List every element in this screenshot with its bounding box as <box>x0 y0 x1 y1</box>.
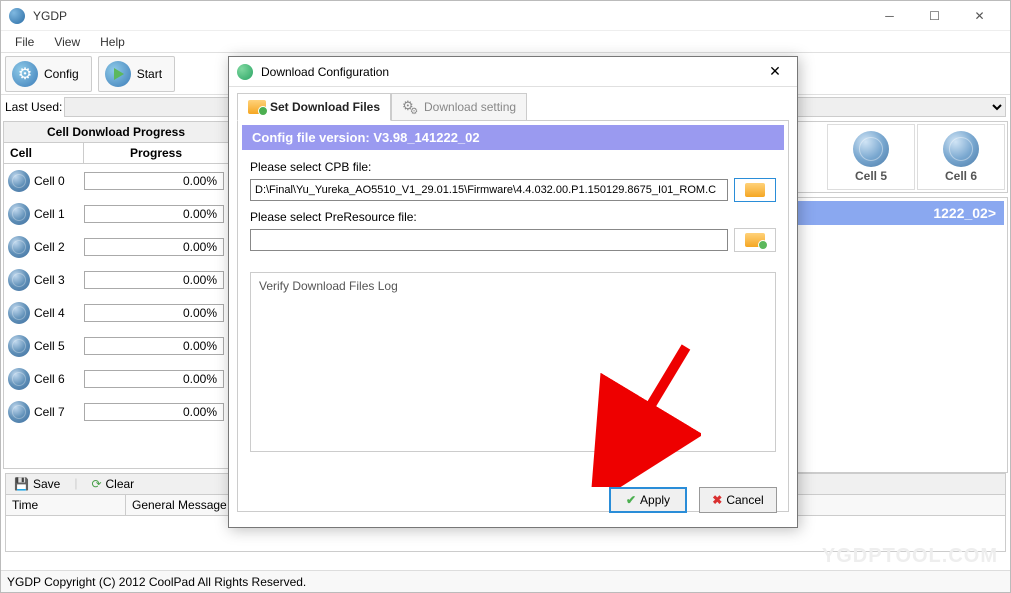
statusbar: YGDP Copyright (C) 2012 CoolPad All Righ… <box>1 570 1010 592</box>
progress-row: Cell 40.00% <box>4 296 228 329</box>
cell-5-button[interactable]: Cell 5 <box>827 124 915 190</box>
config-button[interactable]: Config <box>5 56 92 92</box>
play-icon <box>105 61 131 87</box>
progress-row: Cell 70.00% <box>4 395 228 428</box>
maximize-button[interactable]: ☐ <box>912 2 957 30</box>
clear-log-button[interactable]: ⟳Clear <box>85 476 140 492</box>
progress-row: Cell 60.00% <box>4 362 228 395</box>
config-version-banner: Config file version: V3.98_141222_02 <box>242 125 784 150</box>
col-cell: Cell <box>4 143 84 163</box>
cancel-icon: ✖ <box>712 493 722 507</box>
download-config-dialog: Download Configuration ✕ Set Download Fi… <box>228 56 798 528</box>
config-label: Config <box>44 67 79 81</box>
folder-add-icon <box>248 100 266 114</box>
watermark: YGDPTOOL.COM <box>822 545 998 568</box>
log-col-time: Time <box>6 495 126 515</box>
globe-icon <box>8 236 30 258</box>
start-button[interactable]: Start <box>98 56 175 92</box>
folder-add-icon <box>745 233 765 247</box>
menu-help[interactable]: Help <box>90 33 135 51</box>
progress-panel: Cell Donwload Progress Cell Progress Cel… <box>3 121 229 469</box>
menubar: File View Help <box>1 31 1010 53</box>
dialog-close-button[interactable]: ✕ <box>761 59 789 85</box>
browse-preresource-button[interactable] <box>734 228 776 252</box>
folder-icon <box>745 183 765 197</box>
app-icon <box>9 8 25 24</box>
cell-6-button[interactable]: Cell 6 <box>917 124 1005 190</box>
dialog-title: Download Configuration <box>261 65 761 79</box>
verify-log-box: Verify Download Files Log <box>250 272 776 452</box>
apply-button[interactable]: ✔Apply <box>609 487 687 513</box>
globe-icon <box>8 368 30 390</box>
gears-icon <box>402 98 420 116</box>
menu-view[interactable]: View <box>44 33 90 51</box>
check-icon: ✔ <box>626 493 636 507</box>
close-button[interactable]: ✕ <box>957 2 1002 30</box>
cpb-label: Please select CPB file: <box>250 160 776 174</box>
globe-icon <box>8 269 30 291</box>
globe-icon <box>8 170 30 192</box>
preresource-label: Please select PreResource file: <box>250 210 776 224</box>
main-window: YGDP ─ ☐ ✕ File View Help Config Start L… <box>0 0 1011 593</box>
progress-row: Cell 10.00% <box>4 197 228 230</box>
refresh-icon: ⟳ <box>91 477 101 491</box>
app-title: YGDP <box>33 9 867 23</box>
gear-icon <box>12 61 38 87</box>
progress-header: Cell Donwload Progress <box>4 122 228 143</box>
dialog-icon <box>237 64 253 80</box>
progress-row: Cell 50.00% <box>4 329 228 362</box>
dialog-titlebar: Download Configuration ✕ <box>229 57 797 87</box>
last-used-label: Last Used: <box>5 100 62 114</box>
globe-icon <box>8 203 30 225</box>
tab-set-download-files[interactable]: Set Download Files <box>237 93 391 121</box>
globe-icon <box>8 302 30 324</box>
globe-icon <box>8 401 30 423</box>
save-log-button[interactable]: 💾Save <box>8 476 66 492</box>
menu-file[interactable]: File <box>5 33 44 51</box>
col-progress: Progress <box>84 143 228 163</box>
browse-cpb-button[interactable] <box>734 178 776 202</box>
progress-row: Cell 00.00% <box>4 164 228 197</box>
preresource-path-input[interactable] <box>250 229 728 251</box>
tab-download-setting[interactable]: Download setting <box>391 93 527 121</box>
globe-icon <box>8 335 30 357</box>
cpb-path-input[interactable] <box>250 179 728 201</box>
minimize-button[interactable]: ─ <box>867 2 912 30</box>
save-icon: 💾 <box>14 477 29 491</box>
progress-row: Cell 20.00% <box>4 230 228 263</box>
progress-row: Cell 30.00% <box>4 263 228 296</box>
cancel-button[interactable]: ✖Cancel <box>699 487 777 513</box>
globe-icon <box>943 131 979 167</box>
globe-icon <box>853 131 889 167</box>
titlebar: YGDP ─ ☐ ✕ <box>1 1 1010 31</box>
start-label: Start <box>137 67 162 81</box>
